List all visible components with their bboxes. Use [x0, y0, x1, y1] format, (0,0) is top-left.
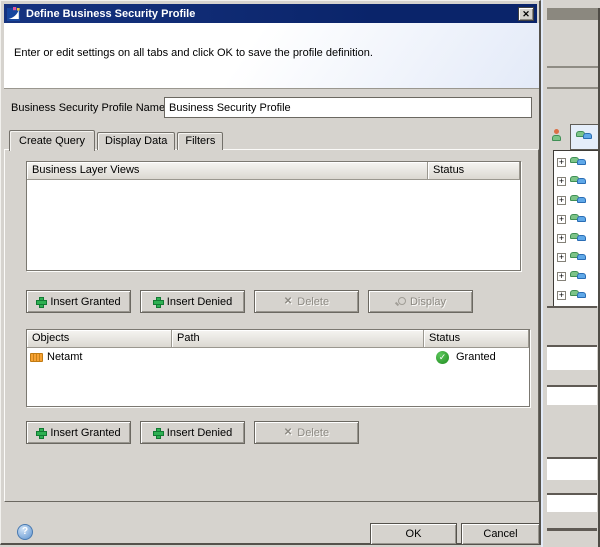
insert-plus-icon	[36, 428, 48, 439]
dialog-titlebar[interactable]: Define Business Security Profile ✕	[4, 4, 537, 23]
delete-button[interactable]: ✕ Delete	[254, 421, 359, 444]
close-icon[interactable]: ✕	[518, 6, 534, 21]
delete-x-icon: ✕	[283, 427, 293, 438]
profile-name-input[interactable]	[164, 97, 532, 118]
app-icon	[7, 6, 20, 21]
column-header-objects[interactable]: Objects	[27, 330, 172, 348]
object-name: Netamt	[47, 351, 83, 363]
measure-icon	[30, 352, 43, 362]
magnifier-icon	[395, 296, 406, 307]
business-layer-views-table[interactable]: Business Layer Views Status	[26, 161, 521, 271]
expand-icon[interactable]: +	[557, 272, 566, 281]
background-field	[547, 347, 597, 370]
tree-item[interactable]: +	[554, 248, 598, 267]
background-field	[547, 495, 597, 512]
dialog-header-banner: Enter or edit settings on all tabs and c…	[4, 23, 539, 89]
user-group-icon	[570, 270, 587, 284]
divider	[547, 528, 597, 531]
insert-plus-icon	[152, 428, 164, 439]
table-row-netamt[interactable]: Netamt ✓ Granted	[27, 348, 529, 366]
views-table-header: Business Layer Views Status	[27, 162, 520, 180]
define-business-security-profile-dialog: Define Business Security Profile ✕ Enter…	[0, 0, 541, 545]
granted-check-icon: ✓	[436, 350, 449, 364]
objects-button-row: Insert Granted Insert Denied ✕ Delete	[26, 421, 368, 444]
profile-name-label: Business Security Profile Name	[11, 102, 166, 114]
user-group-icon	[576, 130, 593, 144]
user-group-icon	[570, 194, 587, 208]
dialog-title: Define Business Security Profile	[26, 7, 196, 20]
insert-denied-button[interactable]: Insert Denied	[140, 290, 245, 313]
user-icon[interactable]	[552, 129, 562, 142]
column-header-status[interactable]: Status	[428, 162, 520, 180]
tab-display-data[interactable]: Display Data	[97, 132, 176, 150]
column-header-path[interactable]: Path	[172, 330, 424, 348]
expand-icon[interactable]: +	[557, 291, 566, 300]
objects-table[interactable]: Objects Path Status Netamt ✓ Granted	[26, 329, 530, 407]
expand-icon[interactable]: +	[557, 177, 566, 186]
display-button[interactable]: Display	[368, 290, 473, 313]
views-button-row: Insert Granted Insert Denied ✕ Delete Di…	[26, 290, 482, 313]
dialog-description: Enter or edit settings on all tabs and c…	[14, 47, 373, 59]
tree-item[interactable]: +	[554, 210, 598, 229]
tree-item[interactable]: +	[554, 229, 598, 248]
cancel-button[interactable]: Cancel	[461, 523, 540, 545]
ok-button[interactable]: OK	[370, 523, 457, 545]
expand-icon[interactable]: +	[557, 215, 566, 224]
tab-create-query[interactable]: Create Query	[9, 130, 96, 151]
user-group-icon	[570, 175, 587, 189]
status-badge: Granted	[456, 351, 496, 363]
divider	[547, 306, 597, 308]
user-group-icon	[570, 251, 587, 265]
user-group-tree[interactable]: + + + + + + + +	[553, 150, 598, 306]
column-header-status[interactable]: Status	[424, 330, 529, 348]
divider	[547, 87, 598, 89]
expand-icon[interactable]: +	[557, 234, 566, 243]
insert-granted-button[interactable]: Insert Granted	[26, 421, 131, 444]
help-icon[interactable]: ?	[17, 524, 33, 540]
insert-plus-icon	[152, 297, 164, 308]
tree-item[interactable]: +	[554, 286, 598, 305]
expand-icon[interactable]: +	[557, 158, 566, 167]
tree-item[interactable]: +	[554, 267, 598, 286]
background-field	[547, 459, 597, 480]
expand-icon[interactable]: +	[557, 253, 566, 262]
background-header-band	[547, 8, 598, 20]
background-field	[547, 387, 597, 405]
expand-icon[interactable]: +	[557, 196, 566, 205]
insert-denied-button[interactable]: Insert Denied	[140, 421, 245, 444]
screen: Define Business Security Profile ✕ Enter…	[0, 0, 600, 547]
user-group-icon	[570, 213, 587, 227]
delete-x-icon: ✕	[283, 296, 293, 307]
insert-plus-icon	[36, 297, 48, 308]
tab-filters[interactable]: Filters	[177, 132, 224, 150]
user-group-toolbar-button[interactable]	[570, 124, 599, 150]
objects-table-header: Objects Path Status	[27, 330, 529, 348]
tree-item[interactable]: +	[554, 172, 598, 191]
background-window-panel: + + + + + + + +	[541, 0, 600, 547]
user-group-icon	[570, 289, 587, 303]
tree-item[interactable]: +	[554, 191, 598, 210]
column-header-business-layer-views[interactable]: Business Layer Views	[27, 162, 428, 180]
user-group-icon	[570, 156, 587, 170]
insert-granted-button[interactable]: Insert Granted	[26, 290, 131, 313]
create-query-tab-panel: Business Layer Views Status Insert Grant…	[4, 149, 539, 502]
tree-item[interactable]: +	[554, 153, 598, 172]
tabstrip: Create Query Display Data Filters	[9, 129, 225, 151]
divider	[547, 66, 598, 68]
delete-button[interactable]: ✕ Delete	[254, 290, 359, 313]
user-group-icon	[570, 232, 587, 246]
